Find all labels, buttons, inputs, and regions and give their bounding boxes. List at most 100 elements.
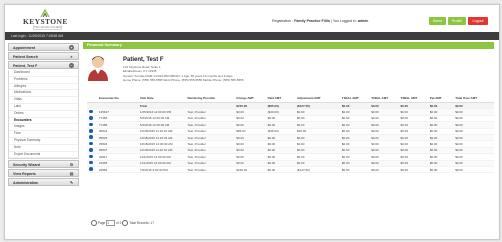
main-content: Financial Summary Patient, Test F 123 Ke… bbox=[83, 42, 494, 226]
column-header[interactable]: Charge AMT bbox=[234, 94, 266, 103]
patient-address-2: Elizabethtown, KY 12345 bbox=[123, 69, 157, 73]
next-page-icon[interactable] bbox=[122, 220, 129, 226]
last-login-text: Last login : 11/25/2015 7:08:58 AM bbox=[11, 34, 64, 38]
app-window: KEYSTONE TECHNOLOGIES Registration : Fam… bbox=[4, 4, 500, 240]
document-icon: ▤ bbox=[69, 171, 74, 177]
view-encounter-icon[interactable] bbox=[89, 154, 93, 159]
view-encounter-icon[interactable] bbox=[89, 109, 93, 114]
sidebar-item-dashboard[interactable]: Dashboard bbox=[9, 70, 78, 77]
patient-name: Patient, Test F bbox=[123, 57, 164, 63]
gear-icon: ⚙ bbox=[69, 162, 74, 168]
sidebar-item-medications[interactable]: Medications bbox=[9, 90, 78, 98]
plus-circle-icon: + bbox=[69, 45, 74, 50]
sidebar-section-administration[interactable]: Administration ✎ bbox=[8, 178, 79, 187]
financial-summary-header: Financial Summary bbox=[83, 42, 494, 49]
sidebar-section-label: View Reports bbox=[13, 172, 36, 177]
patient-card: Patient, Test F 123 Keystone Road, Suite… bbox=[83, 49, 494, 93]
column-header[interactable]: Pat AMT bbox=[427, 94, 454, 103]
separator: | bbox=[330, 19, 332, 23]
view-encounter-icon[interactable] bbox=[89, 160, 93, 165]
page-value: 1 bbox=[107, 221, 110, 225]
sidebar-item-orders[interactable]: Orders bbox=[9, 111, 78, 118]
sidebar: Appointment + Patient Search ⌕ Patient, … bbox=[8, 43, 79, 187]
encounters-table: Encounter No. Visit Date Rendering Provi… bbox=[87, 94, 494, 174]
table-cell: $150.00 bbox=[234, 166, 266, 174]
table-cell: Test, Provider bbox=[185, 166, 235, 174]
table-cell: 26884 bbox=[96, 166, 138, 174]
sidebar-section-patient-search[interactable]: Patient Search ⌕ bbox=[8, 52, 79, 60]
table-row[interactable]: 26884 7/9/2015 3:40:30 PM Test, Provider $1… bbox=[87, 166, 494, 174]
sidebar-item-problems[interactable]: Problems bbox=[9, 77, 78, 84]
keystone-logo: KEYSTONE TECHNOLOGIES bbox=[23, 9, 67, 30]
table-cell: $0.00 bbox=[453, 166, 494, 174]
brand-tagline: TECHNOLOGIES bbox=[33, 25, 63, 30]
sidebar-section-label: Security Wizard bbox=[13, 163, 40, 168]
page-of-label: of 2 bbox=[116, 220, 122, 225]
table-cell: $0.00 bbox=[398, 166, 428, 174]
registration-value: Family Practice Fillin bbox=[294, 19, 330, 23]
column-header[interactable]: T2BAL AMT bbox=[369, 94, 399, 103]
page-input[interactable]: 1 bbox=[106, 220, 116, 226]
view-encounter-icon[interactable] bbox=[89, 148, 93, 152]
wrench-icon: ✎ bbox=[69, 180, 74, 186]
sidebar-item-physical-summary[interactable]: Physical Summary bbox=[9, 138, 78, 145]
row-action-cell bbox=[87, 166, 97, 174]
sidebar-item-allergies[interactable]: Allergies bbox=[9, 84, 78, 91]
sidebar-item-encounters[interactable]: Encounters bbox=[9, 118, 78, 125]
patient-demographics: Gender: Female DOB: 01/01/1950 MRN/Id: 1… bbox=[123, 73, 233, 78]
sidebar-item-labs[interactable]: Labs bbox=[9, 104, 78, 111]
top-header: KEYSTONE TECHNOLOGIES Registration : Fam… bbox=[5, 5, 499, 31]
column-header[interactable]: Visit Date bbox=[137, 94, 186, 103]
table-cell: $0.00 bbox=[427, 166, 454, 174]
profile-button[interactable]: Profile bbox=[448, 17, 466, 25]
sidebar-section-view-reports[interactable]: View Reports ▤ bbox=[8, 169, 79, 178]
view-encounter-icon[interactable] bbox=[89, 129, 93, 133]
sidebar-item-flow[interactable]: Flow bbox=[9, 131, 78, 138]
table-body: Total $215.00 ($85.00) ($127.50) $0.00 $0.00 $… bbox=[87, 102, 494, 174]
sidebar-item-export-documents[interactable]: Export Documents bbox=[9, 152, 78, 159]
table-header-row: Encounter No. Visit Date Rendering Provi… bbox=[87, 94, 494, 103]
sidebar-section-appointment[interactable]: Appointment + bbox=[8, 43, 79, 51]
total-records: Total Records: 17 bbox=[129, 220, 154, 225]
column-header[interactable]: T1BAL AMT bbox=[339, 94, 370, 103]
logged-in-value: admin bbox=[357, 19, 369, 23]
column-header bbox=[87, 94, 97, 103]
table-cell: $0.00 bbox=[265, 166, 295, 174]
table-cell: 7/9/2015 3:40:30 PM bbox=[137, 166, 186, 174]
sidebar-section-label: Patient Search bbox=[13, 55, 38, 59]
table-cell: $0.00 bbox=[369, 166, 399, 174]
sidebar-item-note[interactable]: Note bbox=[9, 145, 78, 152]
table-cell: $0.00 bbox=[339, 166, 370, 174]
registration-info: Registration : Family Practice Fillin | … bbox=[272, 19, 368, 23]
sidebar-item-images[interactable]: Images bbox=[9, 124, 78, 132]
view-encounter-icon[interactable] bbox=[89, 122, 93, 127]
sidebar-item-vitals[interactable]: Vitals bbox=[9, 97, 78, 104]
column-header[interactable]: Encounter No. bbox=[96, 94, 138, 103]
logout-button[interactable]: Logout bbox=[468, 17, 488, 25]
patient-avatar-icon bbox=[88, 56, 108, 81]
column-header[interactable]: Total Over AMT bbox=[453, 94, 494, 103]
patient-phones: Home Phone: (555) 555-5555 Work Phone: (… bbox=[123, 78, 244, 82]
sidebar-section-label: Appointment bbox=[13, 46, 36, 50]
view-encounter-icon[interactable] bbox=[89, 116, 93, 120]
column-header[interactable]: Rendering Provider bbox=[185, 94, 235, 103]
search-icon: ⌕ bbox=[70, 54, 73, 59]
column-header[interactable]: Adjustment AMT bbox=[294, 94, 340, 103]
column-header[interactable]: Paid AMT bbox=[265, 94, 295, 103]
table-cell: ($147.50) bbox=[294, 166, 340, 174]
sidebar-section-security-wizard[interactable]: Security Wizard ⚙ bbox=[8, 160, 79, 169]
view-encounter-icon[interactable] bbox=[89, 167, 93, 171]
last-login-bar: Last login : 11/25/2015 7:08:58 AM bbox=[5, 32, 499, 40]
home-button[interactable]: Home bbox=[429, 17, 446, 25]
previous-page-icon[interactable] bbox=[91, 220, 97, 226]
sidebar-section-patient[interactable]: Patient, Test F − bbox=[8, 61, 79, 69]
view-encounter-icon[interactable] bbox=[89, 141, 93, 146]
logged-in-label: You Logged in: bbox=[332, 19, 357, 23]
column-header[interactable]: T3BAL AMT bbox=[398, 94, 428, 103]
minus-circle-icon: − bbox=[69, 63, 74, 68]
registration-label: Registration : bbox=[272, 19, 294, 23]
pager: Page 1 of 2 Total Records: 17 bbox=[91, 220, 154, 226]
view-encounter-icon[interactable] bbox=[89, 135, 93, 139]
page-label: Page bbox=[97, 220, 106, 225]
patient-menu: Dashboard Problems Allergies Medications… bbox=[8, 70, 79, 160]
